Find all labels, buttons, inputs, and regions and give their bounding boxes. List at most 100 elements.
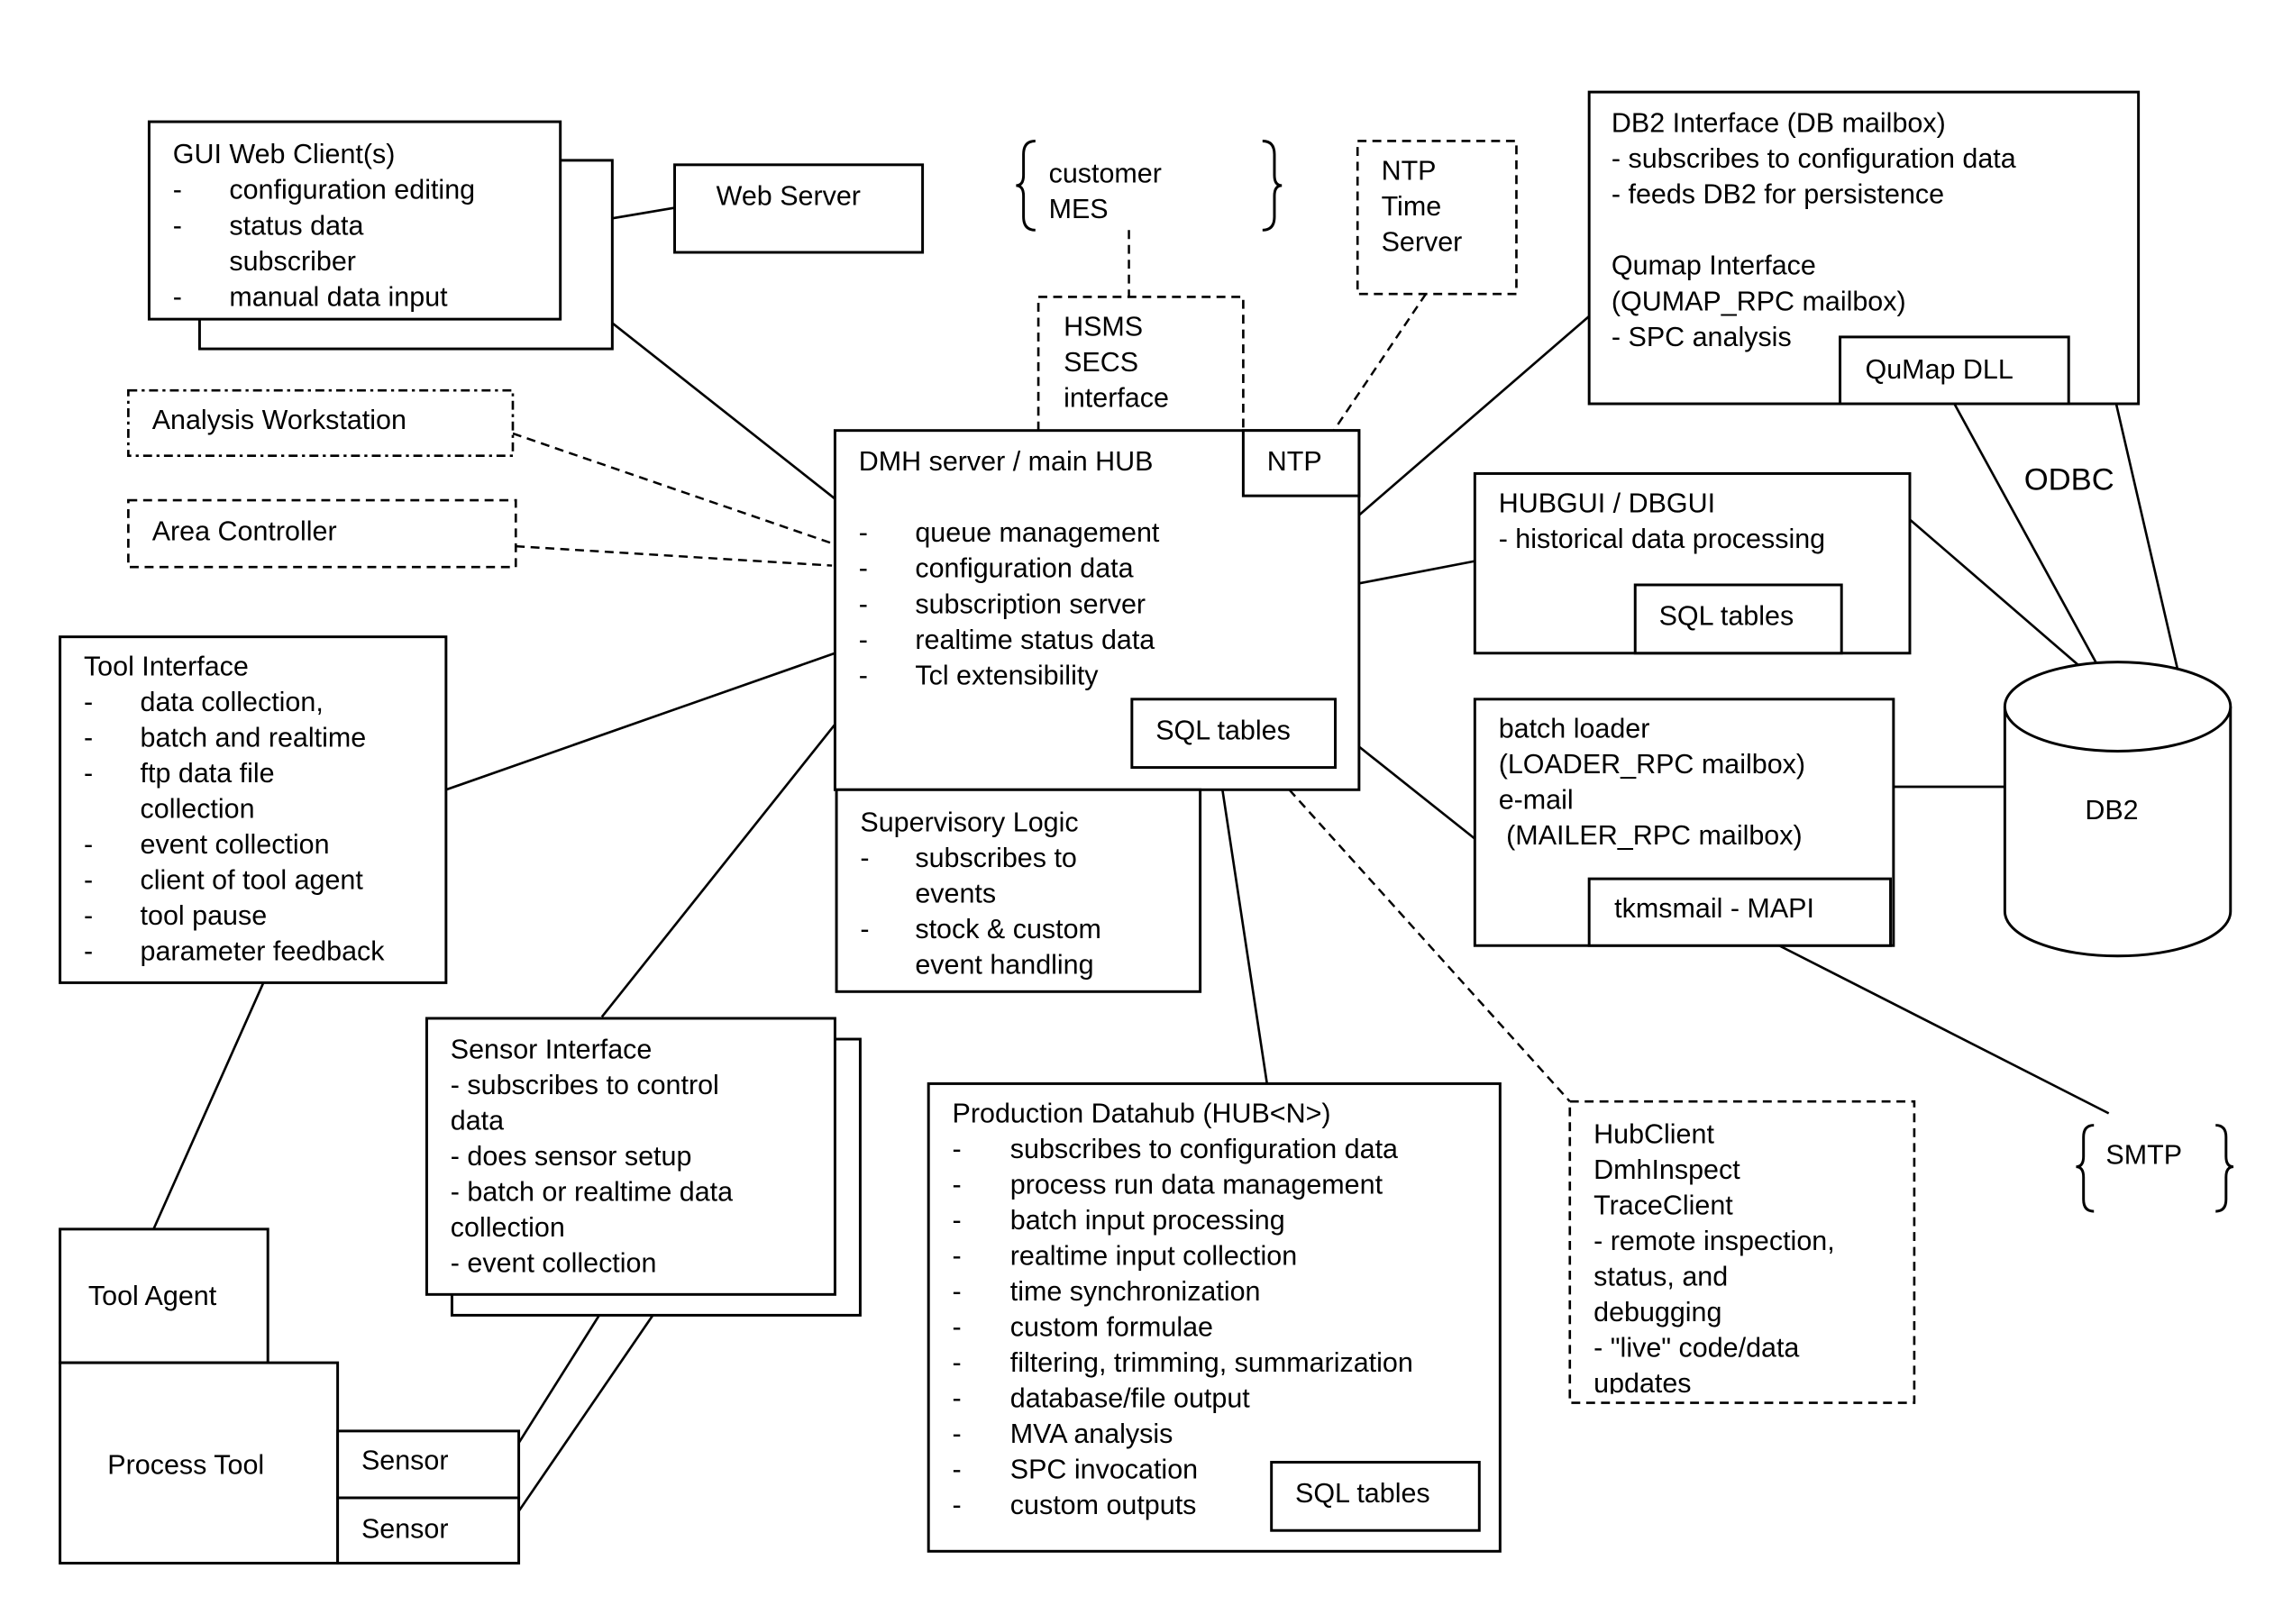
production-datahub-node: Production Datahub (HUB<N>) - subscribes … (927, 1081, 1502, 1553)
db2-label: DB2 (2085, 795, 2138, 826)
main-hub-item: configuration data (915, 553, 1133, 584)
production-datahub-item: database/file output (1010, 1383, 1250, 1414)
db2-cylinder-top (2003, 661, 2233, 753)
svg-text:collection: collection (451, 1212, 565, 1243)
svg-text:- historical data processing: - historical data processing (1499, 524, 1825, 554)
customer-mes-line: MES (1049, 194, 1109, 224)
supervisory-logic-item: events (915, 878, 996, 908)
main-hub-title: DMH server / main HUB (859, 446, 1154, 477)
svg-text:-: - (84, 758, 93, 789)
connector-qumap-db2 (1953, 403, 2110, 687)
tool-interface-item: event collection (141, 829, 330, 860)
connector-hub-hubgui (1358, 560, 1475, 585)
main-hub-item: queue management (915, 517, 1160, 548)
hubgui-sql-label: SQL tables (1659, 600, 1794, 631)
production-datahub-sql-label: SQL tables (1295, 1478, 1430, 1509)
svg-text:-: - (859, 660, 868, 690)
svg-text:Time: Time (1382, 191, 1442, 222)
svg-text:-: - (859, 517, 868, 548)
connector-sensorif-hub (600, 723, 836, 1018)
production-datahub-item: MVA analysis (1010, 1419, 1173, 1449)
svg-text:-: - (84, 829, 93, 860)
svg-text:- feeds DB2 for persistence: - feeds DB2 for persistence (1612, 179, 1944, 210)
svg-text:-: - (953, 1490, 962, 1520)
connector-area-hub (516, 544, 833, 567)
svg-text:debugging: debugging (1593, 1297, 1721, 1327)
svg-text:-: - (953, 1134, 962, 1164)
sensor-label: Sensor (361, 1446, 449, 1476)
main-hub-item: subscription server (915, 588, 1146, 619)
gui-web-client-item: manual data input (229, 281, 448, 312)
svg-text:HSMS: HSMS (1064, 311, 1143, 342)
svg-text:-: - (860, 843, 869, 873)
main-hub-item: realtime status data (915, 625, 1155, 655)
svg-text:-: - (953, 1169, 962, 1200)
supervisory-logic-title: Supervisory Logic (860, 807, 1078, 837)
svg-text:- does sensor setup: - does sensor setup (451, 1141, 692, 1172)
connector-hub-batchloader (1358, 745, 1476, 840)
svg-text:data: data (451, 1105, 504, 1136)
production-datahub-item: process run data management (1010, 1169, 1383, 1200)
tool-interface-item: collection (141, 794, 255, 825)
svg-text:- batch or realtime data: - batch or realtime data (451, 1177, 733, 1208)
sensor-node: Sensor (336, 1429, 521, 1500)
tool-interface-item: batch and realtime (141, 723, 367, 753)
svg-text:- event collection: - event collection (451, 1248, 657, 1279)
sensor-node: Sensor (336, 1496, 521, 1565)
hubgui-title: HUBGUI / DBGUI (1499, 488, 1715, 518)
production-datahub-item: subscribes to configuration data (1010, 1134, 1398, 1164)
svg-text:- "live" code/data: - "live" code/data (1593, 1333, 1799, 1364)
analysis-workstation-label: Analysis Workstation (152, 405, 406, 435)
batch-loader-title: batch loader (1499, 714, 1650, 744)
tool-interface-node: Tool Interface - data collection, - batch … (59, 635, 448, 984)
svg-text:- subscribes to control: - subscribes to control (451, 1070, 719, 1100)
batch-loader-node: batch loader (LOADER_RPC mailbox) e-mail… (1473, 698, 1895, 947)
ntp-time-server-node: NTP Time Server (1356, 140, 1518, 296)
email-title: e-mail (1499, 785, 1574, 816)
qumap-dll-label: QuMap DLL (1866, 354, 2013, 385)
supervisory-logic-item: event handling (915, 950, 1093, 981)
svg-text:-: - (953, 1311, 962, 1342)
gui-web-client-item: configuration editing (229, 175, 475, 205)
sensor-interface-title: Sensor Interface (451, 1034, 653, 1064)
db2-database-node: DB2 (2003, 661, 2233, 958)
svg-text:- subscribes to configuration: - subscribes to configuration data (1612, 143, 2016, 174)
sensor-label: Sensor (361, 1513, 449, 1544)
area-controller-node: Area Controller (127, 498, 517, 569)
hubgui-node: HUBGUI / DBGUI - historical data process… (1473, 471, 1912, 655)
svg-text:-: - (84, 723, 93, 753)
svg-text:TraceClient: TraceClient (1593, 1190, 1733, 1220)
supervisory-logic-item: subscribes to (915, 843, 1077, 873)
area-controller-label: Area Controller (152, 516, 337, 547)
process-tool-node: Process Tool (59, 1361, 340, 1565)
main-hub-node: DMH server / main HUB NTP - queue managem… (833, 429, 1361, 791)
hsms-secs-node: HSMS SECS interface (1036, 296, 1245, 435)
svg-text:(QUMAP_RPC mailbox): (QUMAP_RPC mailbox) (1612, 286, 1906, 316)
svg-text:-: - (84, 900, 93, 931)
odbc-label: ODBC (2024, 463, 2114, 497)
svg-text:status, and: status, and (1593, 1261, 1728, 1291)
tool-interface-item: client of tool agent (141, 865, 364, 896)
gui-web-client-item: subscriber (229, 246, 356, 277)
connector-mapi-smtp (1778, 944, 2110, 1115)
gui-web-client-node: GUI Web Client(s) - configuration editin… (147, 120, 614, 351)
production-datahub-item: batch input processing (1010, 1205, 1285, 1236)
tool-interface-item: data collection, (141, 687, 324, 717)
svg-text:(MAILER_RPC mailbox): (MAILER_RPC mailbox) (1499, 820, 1803, 851)
tool-interface-item: tool pause (141, 900, 268, 931)
architecture-diagram: GUI Web Client(s) - configuration editin… (59, 90, 2234, 1565)
ntp-module-label: NTP (1267, 446, 1322, 477)
web-server-node: Web Server (673, 163, 925, 254)
tool-agent-label: Tool Agent (88, 1281, 217, 1311)
svg-text:- SPC analysis: - SPC analysis (1612, 322, 1792, 352)
smtp-label: SMTP (2105, 1139, 2182, 1170)
production-datahub-item: custom outputs (1010, 1490, 1197, 1520)
web-server-label: Web Server (717, 180, 861, 211)
right-brace-icon (2215, 1124, 2234, 1213)
gui-web-client-item: status data (229, 210, 363, 241)
process-tool-label: Process Tool (107, 1450, 264, 1481)
svg-text:-: - (173, 175, 182, 205)
tool-interface-item: parameter feedback (141, 936, 386, 967)
qumap-interface-title: Qumap Interface (1612, 251, 1816, 281)
mapi-label: tkmsmail - MAPI (1614, 893, 1814, 924)
